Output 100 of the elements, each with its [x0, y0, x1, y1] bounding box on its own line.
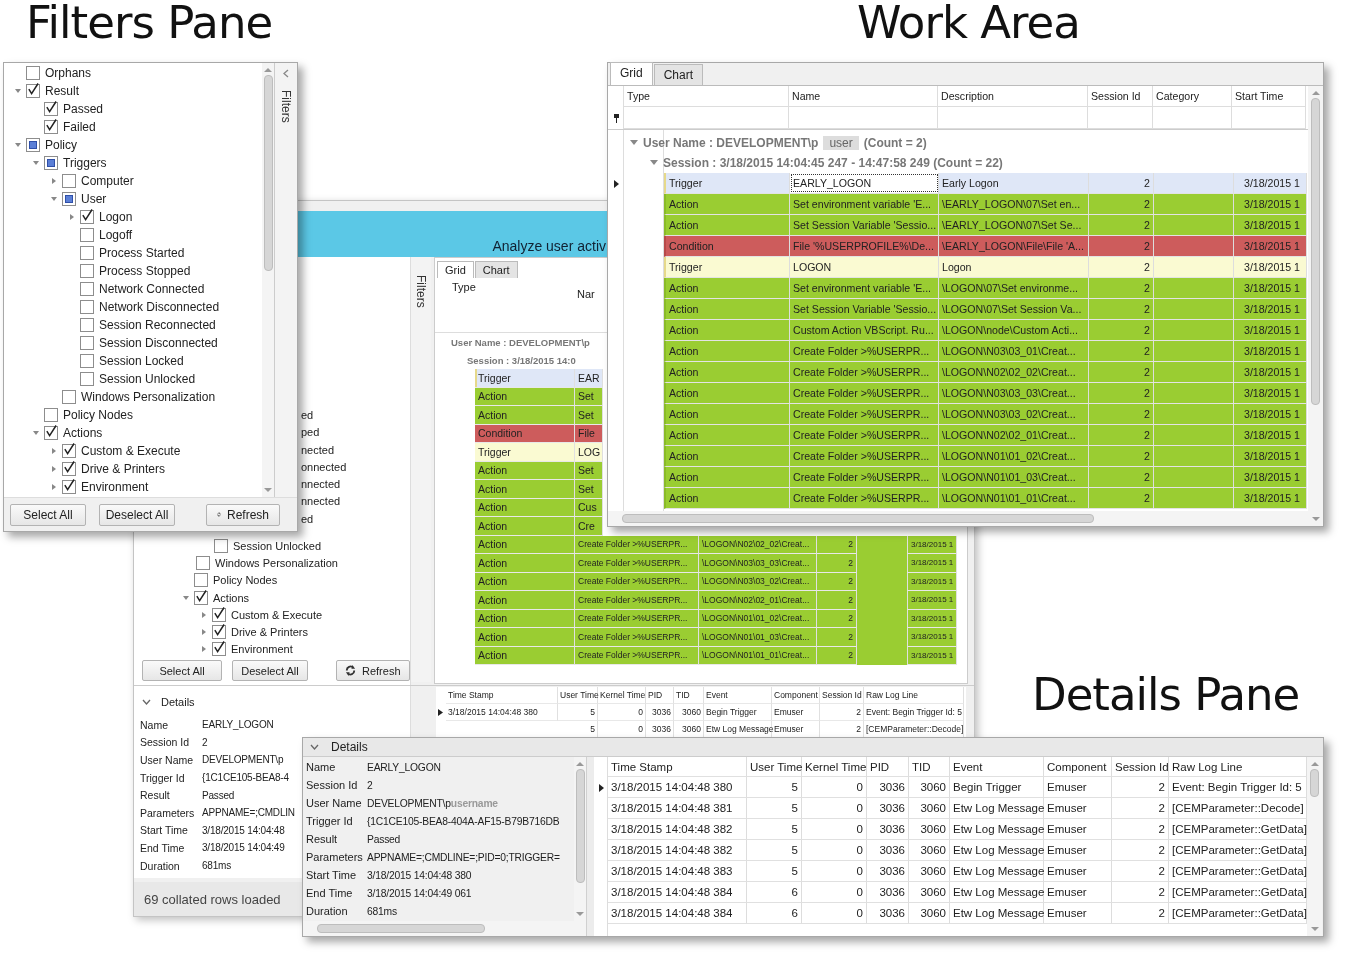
column-header[interactable]: Event: [704, 687, 772, 704]
checkbox[interactable]: [26, 138, 40, 152]
tree-item-label[interactable]: Result: [45, 84, 79, 98]
table-row[interactable]: Action Create Folder >%USERPR... \LOGON\N03\03_02\Creat... 2 3/18/2015 1: [664, 404, 1307, 425]
table-row[interactable]: Action Set environment variable 'E... \LOGON\07\Set environme... 2 3/18/2015 1: [664, 278, 1307, 299]
tree-row[interactable]: Actions: [134, 588, 338, 607]
table-row[interactable]: Condition File '%USERPROFILE%\De... \EARLY_LOGON\File\File 'A... 2 3/18/2015 1: [664, 236, 1307, 257]
tree-item-label[interactable]: Network Connected: [99, 282, 205, 296]
column-header[interactable]: User Time: [558, 687, 598, 704]
tree-item-label[interactable]: Drive & Printers: [231, 626, 309, 639]
column-header[interactable]: Time Stamp: [608, 757, 747, 777]
tree-row[interactable]: User: [4, 190, 262, 208]
table-row[interactable]: Action Create Folder >%USERPR... \LOGON\N01\01_02\Creat... 2 3/18/2015 1: [664, 446, 1307, 467]
table-row[interactable]: Action Set Session Variable 'Sessio... \LOGON\07\Set Session Va... 2 3/18/2015 1: [664, 299, 1307, 320]
vertical-scrollbar[interactable]: [262, 63, 274, 497]
column-header[interactable]: Nar: [577, 288, 595, 300]
checkbox[interactable]: [80, 372, 94, 386]
tree-item-label[interactable]: Process Started: [99, 246, 185, 260]
tree-row[interactable]: Environment: [4, 478, 262, 496]
checkbox[interactable]: [62, 480, 76, 494]
checkbox[interactable]: [196, 555, 210, 570]
table-row[interactable]: Action Create Folder >%USERPR... \LOGON\N03\03_03\Creat... 2 3/18/2015 1: [475, 554, 957, 573]
tree-item-label[interactable]: Custom & Execute: [81, 444, 181, 458]
table-row[interactable]: 3/18/2015 14:04:48 384 6 0 3036 3060 Etw Log Message Emuser 2 [CEMParameter::GetData]: [594, 882, 1307, 903]
collapse-arrow-icon[interactable]: [630, 140, 638, 146]
filter-cell[interactable]: [938, 107, 1088, 129]
collapse-arrow-icon[interactable]: [650, 160, 658, 166]
tab[interactable]: Grid: [437, 261, 474, 278]
column-header[interactable]: TID: [909, 757, 950, 777]
tree-item-label[interactable]: Actions: [213, 591, 250, 604]
table-row[interactable]: Trigger LOGON Logon 2 3/18/2015 1: [664, 257, 1307, 278]
checkbox[interactable]: [212, 625, 226, 640]
expand-arrow-icon[interactable]: [182, 593, 190, 602]
tree-row[interactable]: Process Stopped: [4, 262, 262, 280]
checkbox[interactable]: [62, 444, 76, 458]
checkbox[interactable]: [26, 66, 40, 80]
column-header[interactable]: Session Id: [1088, 86, 1153, 107]
tree-row[interactable]: Passed: [4, 100, 262, 118]
column-header[interactable]: User Time: [747, 757, 802, 777]
tree-item-label[interactable]: User: [81, 192, 107, 206]
refresh-button[interactable]: Refresh: [336, 660, 410, 681]
action-button[interactable]: Deselect All: [99, 503, 175, 526]
vertical-scrollbar[interactable]: [574, 757, 586, 921]
checkbox[interactable]: [194, 573, 208, 588]
expand-arrow-icon[interactable]: [50, 483, 58, 491]
checkbox[interactable]: [212, 607, 226, 622]
tree-row[interactable]: Process Started: [4, 244, 262, 262]
tree-item-label[interactable]: Session Reconnected: [99, 318, 216, 332]
expand-arrow-icon[interactable]: [32, 159, 40, 167]
tree-item-label[interactable]: Windows Personalization: [215, 556, 338, 569]
checkbox[interactable]: [214, 538, 228, 553]
table-row[interactable]: 3/18/2015 14:04:48 380 5 0 3036 3060 Begin Trigger Emuser 2 Event: Begin Trigger Id: 5: [594, 777, 1307, 798]
vertical-scrollbar[interactable]: [1307, 757, 1322, 936]
checkbox[interactable]: [44, 102, 58, 116]
table-row[interactable]: Action Set: [475, 406, 603, 425]
checkbox[interactable]: [212, 642, 226, 657]
action-button[interactable]: Deselect All: [232, 660, 308, 681]
checkbox[interactable]: [26, 84, 40, 98]
table-row[interactable]: Trigger LOG: [475, 443, 603, 462]
tree-item-label[interactable]: Policy Nodes: [63, 408, 134, 422]
tree-item-label[interactable]: Process Stopped: [99, 264, 191, 278]
tree-row[interactable]: Session Locked: [4, 352, 262, 370]
filter-cell[interactable]: [624, 107, 789, 129]
tree-item-label[interactable]: Logon: [99, 210, 133, 224]
tree-row[interactable]: Network Connected: [4, 280, 262, 298]
tree-item-label[interactable]: Drive & Printers: [81, 462, 166, 476]
checkbox[interactable]: [80, 318, 94, 332]
column-header[interactable]: PID: [867, 757, 909, 777]
table-row[interactable]: 3/18/2015 14:04:48 380 5 0 3036 3060 Begin Trigger Emuser 2 Event: Begin Trigger Id: 5: [436, 704, 966, 721]
column-header[interactable]: Category: [1153, 86, 1232, 107]
table-row[interactable]: Action Create Folder >%USERPR... \LOGON\N03\03_01\Creat... 2 3/18/2015 1: [664, 341, 1307, 362]
table-row[interactable]: Action Create Folder >%USERPR... \LOGON\N01\01_03\Creat... 2 3/18/2015 1: [475, 628, 957, 647]
tree-item-label[interactable]: Computer: [81, 174, 134, 188]
table-row[interactable]: Action Set: [475, 480, 603, 499]
tab[interactable]: Grid: [610, 62, 653, 85]
column-header[interactable]: Raw Log Line: [864, 687, 964, 704]
tree-row[interactable]: Session Unlocked: [134, 537, 338, 555]
column-header[interactable]: Event: [950, 757, 1044, 777]
table-row[interactable]: Action Cre: [475, 517, 603, 536]
table-row[interactable]: Trigger EARLY_LOGON Early Logon 2 3/18/2015 1: [664, 173, 1307, 194]
horizontal-scrollbar[interactable]: [608, 511, 1308, 526]
filter-cell[interactable]: [1153, 107, 1232, 129]
tree-item-label[interactable]: Actions: [63, 426, 103, 440]
tree-item-label[interactable]: Triggers: [63, 156, 107, 170]
tree-item-label[interactable]: Policy Nodes: [213, 574, 278, 587]
tree-item-label[interactable]: Environment: [231, 643, 293, 656]
table-row[interactable]: 3/18/2015 14:04:48 383 5 0 3036 3060 Etw Log Message Emuser 2 [CEMParameter::GetData]: [594, 861, 1307, 882]
checkbox[interactable]: [80, 246, 94, 260]
tree-row[interactable]: Custom & Execute: [4, 442, 262, 460]
tree-row[interactable]: Drive & Printers: [134, 623, 338, 641]
tree-item-label[interactable]: Logoff: [99, 228, 133, 242]
tab[interactable]: Chart: [653, 64, 703, 85]
panel-header[interactable]: Details: [142, 696, 195, 708]
expand-arrow-icon[interactable]: [14, 141, 22, 149]
checkbox[interactable]: [80, 300, 94, 314]
table-row[interactable]: Action Create Folder >%USERPR... \LOGON\N02\02_02\Creat... 2 3/18/2015 1: [475, 535, 957, 554]
column-header[interactable]: Name: [789, 86, 938, 107]
tree-row[interactable]: Computer: [4, 172, 262, 190]
expand-arrow-icon[interactable]: [68, 213, 76, 221]
column-header[interactable]: Kernel Time: [598, 687, 646, 704]
